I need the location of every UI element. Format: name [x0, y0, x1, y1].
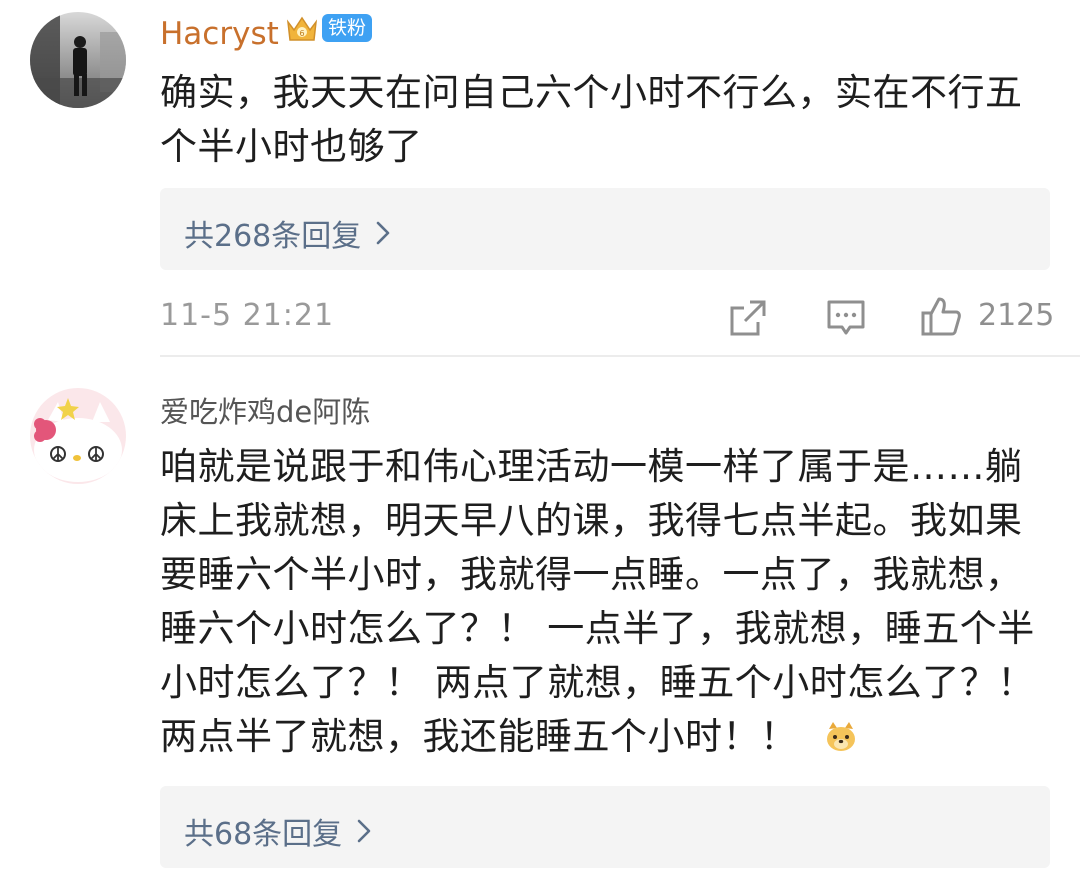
thumbs-up-icon[interactable]	[920, 296, 962, 338]
fan-badge-label: 铁粉	[322, 14, 373, 42]
avatar[interactable]	[30, 388, 126, 484]
comment-item: Hacryst 6 铁粉 确实，我天天在问自己六个小时不行么，实在不行五 个半小…	[0, 0, 1080, 356]
svg-text:6: 6	[299, 29, 304, 38]
comment-text-line: 床上我就想，明天早八的课，我得七点半起。我如果	[160, 499, 1023, 542]
comment-text: 咱就是说跟于和伟心理活动一模一样了属于是……躺 床上我就想，明天早八的课，我得七…	[160, 440, 1035, 764]
crown-icon: 6	[286, 16, 318, 41]
chevron-right-icon	[357, 819, 371, 843]
avatar[interactable]	[30, 12, 126, 108]
comment-text-line: 睡六个小时怎么了？！ 一点半了，我就想，睡五个半	[160, 607, 1035, 650]
fan-badge[interactable]: 6 铁粉	[284, 10, 373, 46]
like-count: 2125	[978, 298, 1055, 333]
view-replies-link[interactable]: 共268条回复	[184, 211, 391, 255]
reply-box[interactable]: 共68条回复	[160, 786, 1050, 868]
comment-text-line: 两点半了就想，我还能睡五个小时！！	[160, 715, 798, 758]
chevron-right-icon	[376, 221, 390, 245]
comment-text-line: 小时怎么了？！ 两点了就想，睡五个小时怎么了？！	[160, 661, 1035, 704]
reply-count-label: 共68条回复	[184, 817, 343, 852]
comment-text-line: 咱就是说跟于和伟心理活动一模一样了属于是……躺	[160, 445, 1023, 488]
dog-emoji-icon	[826, 722, 855, 751]
share-icon[interactable]	[728, 298, 768, 338]
username[interactable]: 爱吃炸鸡de阿陈	[160, 392, 370, 432]
username[interactable]: Hacryst	[160, 14, 279, 54]
avatar-photo	[30, 12, 126, 108]
view-replies-link[interactable]: 共68条回复	[184, 809, 372, 853]
comment-text: 确实，我天天在问自己六个小时不行么，实在不行五 个半小时也够了	[160, 66, 1023, 174]
comment-meta: 11-5 21:21 2125	[160, 294, 1054, 344]
comment-text-line: 个半小时也够了	[160, 125, 423, 168]
comment-item: 爱吃炸鸡de阿陈 咱就是说跟于和伟心理活动一模一样了属于是……躺 床上我就想，明…	[0, 356, 1080, 882]
comment-icon[interactable]	[826, 298, 866, 338]
comment-text-line: 要睡六个半小时，我就得一点睡。一点了，我就想，	[160, 553, 1023, 596]
reply-box[interactable]: 共268条回复	[160, 188, 1050, 270]
reply-count-label: 共268条回复	[184, 219, 362, 254]
timestamp: 11-5 21:21	[160, 298, 335, 333]
avatar-cartoon	[30, 388, 126, 484]
comment-text-line: 确实，我天天在问自己六个小时不行么，实在不行五	[160, 71, 1023, 114]
comment-text-last-line: 两点半了就想，我还能睡五个小时！！	[160, 710, 1035, 764]
